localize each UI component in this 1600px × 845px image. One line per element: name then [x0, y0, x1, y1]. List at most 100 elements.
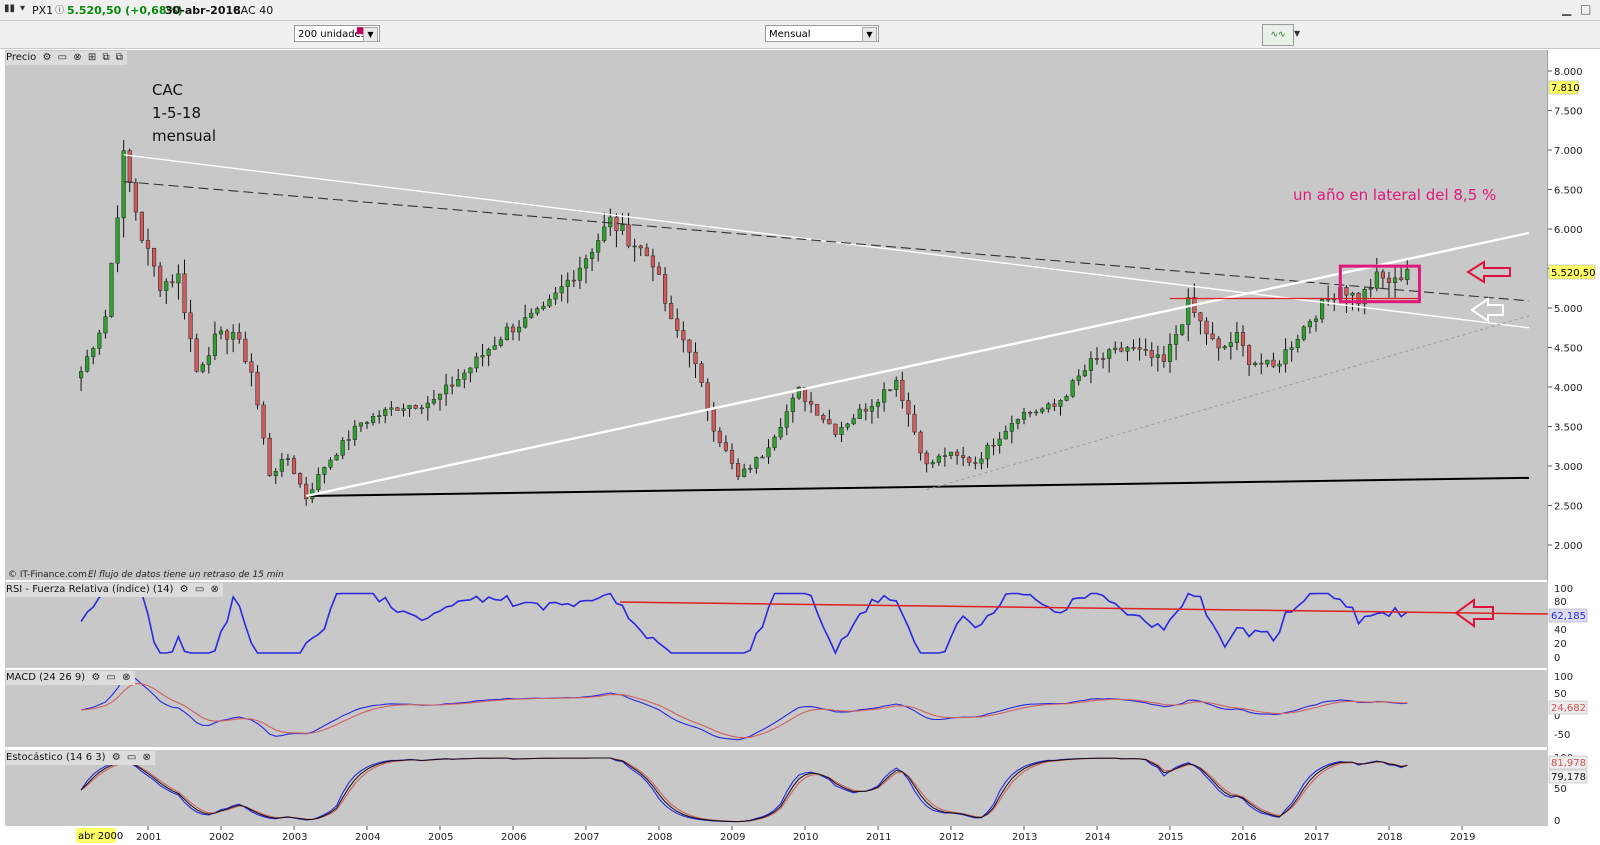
candle-up	[553, 292, 558, 300]
x-tick-label: 2008	[647, 832, 672, 843]
candle-down	[133, 182, 138, 213]
rsi-panel-label: RSI - Fuerza Relativa (índice) (14)	[6, 584, 174, 595]
candle-up	[1313, 318, 1319, 322]
data-delay-note: El flujo de datos tiene un retraso de 15…	[88, 570, 284, 580]
candle-up	[1076, 375, 1081, 381]
window-icon[interactable]: ▭	[127, 751, 136, 765]
copy-icon[interactable]: ⧉	[102, 51, 109, 65]
close-icon[interactable]: ⊗	[143, 751, 151, 765]
candle-down	[1247, 345, 1252, 365]
candle-up	[517, 326, 522, 333]
candle-down	[827, 419, 832, 425]
candle-down	[906, 400, 911, 415]
candle-up	[882, 389, 887, 403]
candle-down	[1143, 348, 1148, 351]
y-tick-label: 8.000	[1554, 67, 1583, 78]
candle-down	[821, 415, 826, 420]
candle-up	[285, 458, 290, 460]
candle-down	[961, 455, 966, 458]
candle-down	[918, 431, 923, 454]
candle-down	[298, 473, 303, 485]
wrench-icon[interactable]: ⚙	[180, 583, 189, 597]
candle-down	[194, 338, 199, 372]
candle-up	[748, 467, 753, 470]
y-tick-label: 4.000	[1554, 383, 1583, 394]
indicator-tick-label: -50	[1554, 730, 1570, 741]
candle-down	[699, 363, 704, 383]
candle-down	[510, 326, 516, 333]
candle-up	[279, 459, 284, 472]
window-icon[interactable]: ▭	[106, 671, 115, 685]
candle-down	[237, 332, 242, 340]
candle-up	[115, 217, 120, 264]
y-tick-label: 6.500	[1554, 186, 1583, 197]
wrench-icon[interactable]: ⚙	[112, 751, 121, 765]
candle-up	[1155, 354, 1160, 358]
x-tick-label: 2018	[1377, 832, 1402, 843]
y-tick-label: 4.500	[1554, 344, 1583, 355]
candle-up	[498, 339, 503, 346]
candle-down	[1386, 277, 1392, 283]
candle-up	[590, 251, 595, 259]
candle-down	[1052, 403, 1057, 407]
x-tick-label: 2001	[136, 832, 161, 843]
candle-up	[766, 447, 771, 458]
candle-down	[145, 240, 151, 249]
indicator-tick-label: 80	[1554, 597, 1567, 608]
candle-up	[541, 305, 546, 309]
candle-up	[176, 273, 181, 284]
rsi-value-text: 62,185	[1551, 611, 1586, 622]
candle-up	[1374, 271, 1379, 289]
candle-up	[1234, 332, 1239, 343]
price-panel-header: Precio ⚙ ▭ ⊗ ⊞ ⧉ ⧉	[6, 51, 127, 65]
candle-up	[1350, 292, 1355, 296]
candle-down	[1216, 338, 1221, 349]
wrench-icon[interactable]: ⚙	[42, 51, 51, 65]
window-icon[interactable]: ▭	[58, 51, 67, 65]
add-icon[interactable]: ⊞	[88, 51, 96, 65]
macd-panel-label: MACD (24 26 9)	[6, 672, 86, 683]
lateral-note: un año en lateral del 8,5 %	[1293, 186, 1496, 204]
candle-down	[395, 407, 400, 411]
candle-up	[401, 408, 406, 411]
candle-down	[663, 274, 668, 304]
candle-up	[894, 379, 899, 390]
candle-down	[1119, 347, 1124, 352]
candle-up	[620, 224, 625, 231]
indicator-tick-label: 20	[1554, 639, 1567, 650]
candle-down	[711, 408, 716, 432]
candle-up	[407, 405, 412, 409]
candle-down	[1380, 271, 1385, 279]
candle-down	[1149, 350, 1154, 358]
close-icon[interactable]: ⊗	[73, 51, 81, 65]
candle-up	[760, 456, 765, 459]
y-tick-label: 7.500	[1554, 107, 1583, 118]
indicator-tick-label: 40	[1554, 625, 1567, 636]
candle-up	[456, 379, 461, 387]
candle-up	[328, 459, 333, 468]
candle-down	[1161, 354, 1166, 362]
last-price-tag-text: 5.520,50	[1551, 268, 1596, 279]
candle-down	[815, 403, 820, 416]
close-icon[interactable]: ⊗	[210, 583, 218, 597]
x-tick-label: 2014	[1085, 832, 1110, 843]
candle-down	[1259, 362, 1264, 365]
candle-up	[1070, 380, 1075, 397]
candle-up	[340, 440, 345, 456]
y-tick-label: 7.000	[1554, 146, 1583, 157]
wrench-icon[interactable]: ⚙	[91, 671, 100, 685]
candle-down	[1101, 358, 1106, 360]
candle-down	[638, 245, 643, 249]
chart-area[interactable]: 2.0002.5003.0003.5004.0004.5005.0005.500…	[0, 0, 1600, 845]
candle-up	[754, 457, 759, 469]
candle-down	[669, 303, 674, 320]
window-icon[interactable]: ▭	[195, 583, 204, 597]
y-tick-label: 2.000	[1554, 541, 1583, 552]
close-icon[interactable]: ⊗	[122, 671, 130, 685]
candle-up	[1277, 363, 1282, 367]
x-tick-label: 2007	[574, 832, 599, 843]
candle-up	[979, 458, 984, 464]
paste-icon[interactable]: ⧉	[116, 51, 123, 65]
candle-down	[705, 382, 710, 410]
candle-up	[212, 333, 217, 356]
